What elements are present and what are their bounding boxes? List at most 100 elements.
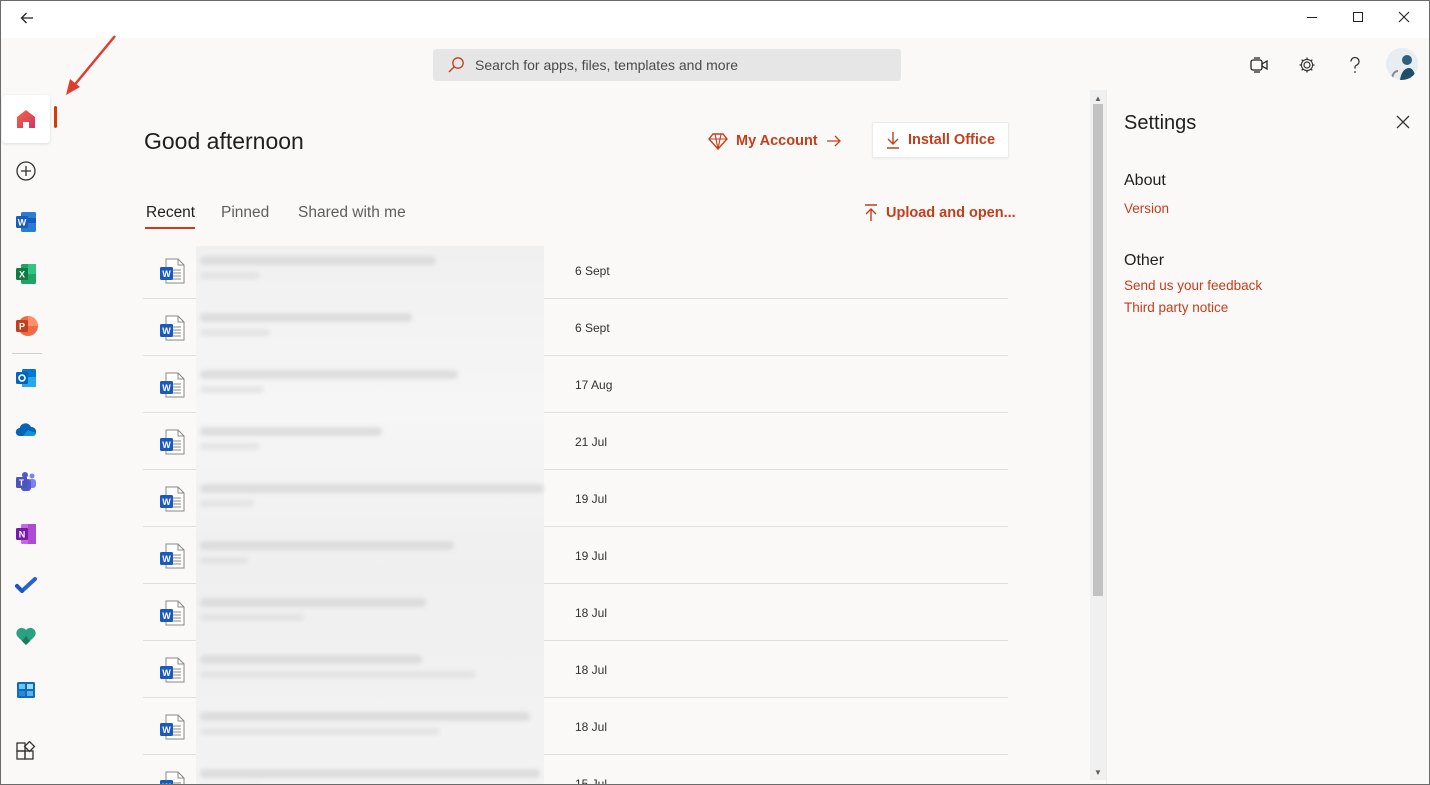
svg-text:W: W [18, 218, 27, 228]
rail-outlook[interactable] [2, 354, 50, 402]
minimize-icon [1307, 17, 1317, 18]
rail-windows-365[interactable] [2, 666, 50, 714]
file-date: 17 Aug [575, 378, 613, 392]
svg-text:N: N [19, 530, 26, 540]
feedback-link[interactable]: Send us your feedback [1124, 278, 1262, 293]
heart-icon [16, 627, 36, 645]
help-button[interactable] [1341, 51, 1369, 79]
maximize-icon [1353, 12, 1363, 22]
svg-text:W: W [162, 326, 171, 336]
word-doc-icon: W [160, 258, 185, 284]
teams-icon: T [16, 472, 36, 491]
file-date: 18 Jul [575, 606, 608, 620]
gear-icon [1299, 57, 1315, 73]
app-rail: W X P T N [0, 90, 57, 785]
scroll-thumb[interactable] [1093, 104, 1103, 596]
file-date: 18 Jul [575, 663, 608, 677]
onedrive-icon [15, 423, 37, 437]
install-office-button[interactable]: Install Office [872, 122, 1009, 158]
rail-create[interactable] [2, 147, 50, 195]
version-link[interactable]: Version [1124, 201, 1169, 216]
other-heading: Other [1124, 252, 1165, 269]
svg-text:W: W [162, 440, 171, 450]
rail-onenote[interactable]: N [2, 510, 50, 558]
onenote-icon: N [16, 524, 36, 544]
file-date: 18 Jul [575, 720, 608, 734]
download-icon [886, 132, 899, 149]
maximize-button[interactable] [1335, 2, 1381, 32]
redacted-line [200, 427, 382, 436]
rail-todo[interactable] [2, 562, 50, 610]
redacted-line [200, 655, 422, 664]
redacted-line [200, 256, 436, 265]
tab-shared-with-me[interactable]: Shared with me [298, 204, 406, 232]
svg-text:T: T [19, 478, 25, 488]
redacted-line [200, 329, 270, 336]
tab-pinned[interactable]: Pinned [221, 204, 269, 232]
redacted-line [200, 598, 426, 607]
scroll-up-icon[interactable]: ▲ [1093, 93, 1103, 103]
search-input[interactable] [475, 57, 875, 73]
upload-label: Upload and open... [886, 205, 1016, 221]
rail-apps[interactable] [2, 728, 50, 776]
svg-text:W: W [162, 668, 171, 678]
meet-now-button[interactable] [1245, 51, 1273, 79]
redacted-line [200, 712, 530, 721]
third-party-notice-link[interactable]: Third party notice [1124, 300, 1228, 315]
svg-text:W: W [162, 383, 171, 393]
minimize-button[interactable] [1289, 2, 1335, 32]
rail-home[interactable] [2, 95, 50, 143]
word-doc-icon: W [160, 771, 185, 785]
close-window-button[interactable] [1381, 2, 1427, 32]
word-doc-icon: W [160, 543, 185, 569]
rail-family-safety[interactable] [2, 612, 50, 660]
rail-onedrive[interactable] [2, 406, 50, 454]
redacted-file-names [196, 246, 544, 785]
word-doc-icon: W [160, 600, 185, 626]
file-date: 6 Sept [575, 264, 610, 278]
active-indicator [54, 106, 57, 128]
my-account-label: My Account [736, 133, 818, 149]
windows-365-icon [17, 682, 35, 698]
apps-icon [16, 741, 36, 760]
svg-text:W: W [162, 725, 171, 735]
rail-powerpoint[interactable]: P [2, 302, 50, 350]
settings-close-button[interactable] [1391, 110, 1415, 134]
rail-excel[interactable]: X [2, 250, 50, 298]
main-scrollbar[interactable]: ▲ ▼ [1090, 90, 1106, 780]
redacted-line [200, 370, 458, 379]
rail-teams[interactable]: T [2, 458, 50, 506]
svg-text:X: X [19, 270, 25, 280]
search-box[interactable] [433, 49, 901, 81]
profile-photo-icon [1386, 48, 1418, 80]
my-account-link[interactable]: My Account [708, 130, 842, 152]
redacted-line [200, 272, 260, 279]
file-date: 19 Jul [575, 549, 608, 563]
file-date: 6 Sept [575, 321, 610, 335]
scroll-down-icon[interactable]: ▼ [1093, 767, 1103, 777]
settings-title: Settings [1124, 112, 1197, 134]
upload-and-open-button[interactable]: Upload and open... [864, 204, 1016, 222]
install-office-label: Install Office [907, 132, 996, 148]
annotation-arrow-icon [66, 35, 116, 95]
redacted-line [200, 671, 476, 678]
video-call-icon [1250, 57, 1268, 73]
svg-text:W: W [162, 554, 171, 564]
word-doc-icon: W [160, 657, 185, 683]
tab-active-underline [145, 227, 195, 229]
diamond-icon [708, 133, 728, 150]
redacted-line [200, 557, 248, 564]
back-button[interactable] [10, 4, 44, 32]
word-doc-icon: W [160, 486, 185, 512]
word-doc-icon: W [160, 429, 185, 455]
avatar[interactable] [1386, 48, 1418, 80]
word-doc-icon: W [160, 714, 185, 740]
add-icon [16, 161, 36, 181]
search-icon [448, 57, 464, 73]
about-heading: About [1124, 172, 1166, 189]
rail-word[interactable]: W [2, 198, 50, 246]
header [0, 38, 1430, 90]
powerpoint-icon: P [16, 316, 38, 336]
settings-button[interactable] [1293, 51, 1321, 79]
word-icon: W [16, 212, 36, 232]
